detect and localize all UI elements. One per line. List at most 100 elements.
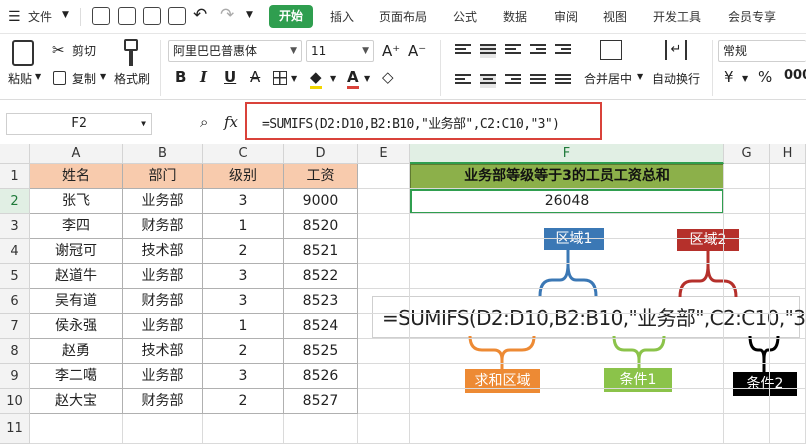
table-cell[interactable]: 赵道牛	[30, 264, 123, 289]
select-all-corner[interactable]	[0, 144, 30, 164]
chevron-down-icon[interactable]: ▼	[291, 74, 297, 83]
table-cell[interactable]: 9000	[284, 189, 358, 214]
row-header-6[interactable]: 6	[0, 289, 30, 314]
copy-button[interactable]: 复制	[72, 70, 96, 87]
table-cell[interactable]: 业务部	[123, 189, 203, 214]
table-cell[interactable]: 2	[203, 239, 284, 264]
align-middle-icon[interactable]	[480, 44, 496, 58]
fill-color-icon[interactable]: ◆	[310, 68, 322, 89]
grid-cell[interactable]	[410, 314, 724, 339]
grid-cell[interactable]	[724, 189, 770, 214]
grid-cell[interactable]	[358, 364, 410, 389]
hamburger-icon[interactable]: ☰	[8, 9, 21, 25]
zoom-icon[interactable]: ⌕	[200, 113, 208, 131]
chevron-down-icon[interactable]: ▼	[35, 72, 41, 81]
paste-icon[interactable]	[12, 40, 34, 66]
table-cell[interactable]: 8520	[284, 214, 358, 239]
table-cell[interactable]: 8525	[284, 339, 358, 364]
grid-cell[interactable]	[358, 389, 410, 414]
grid-cell[interactable]	[410, 239, 724, 264]
grid-cell[interactable]	[724, 214, 770, 239]
row-header-9[interactable]: 9	[0, 364, 30, 389]
number-format-select[interactable]: 常规	[718, 40, 806, 62]
table-cell[interactable]: 8524	[284, 314, 358, 339]
row-header-2[interactable]: 2	[0, 189, 30, 214]
grid-cell[interactable]	[410, 364, 724, 389]
grid-cell[interactable]	[770, 239, 806, 264]
table-cell[interactable]: 8521	[284, 239, 358, 264]
table-cell[interactable]: 3	[203, 364, 284, 389]
grid-cell[interactable]	[358, 214, 410, 239]
thousands-separator-icon[interactable]: 000	[784, 68, 806, 83]
table-cell[interactable]: 财务部	[123, 289, 203, 314]
chevron-down-icon[interactable]: ▼	[742, 74, 748, 83]
table-cell[interactable]: 赵勇	[30, 339, 123, 364]
grid-cell[interactable]	[358, 239, 410, 264]
grid-cell[interactable]	[358, 314, 410, 339]
chevron-down-icon[interactable]: ▼	[246, 10, 253, 20]
table-cell[interactable]: 谢冠可	[30, 239, 123, 264]
grid-cell[interactable]	[410, 214, 724, 239]
tab-start[interactable]: 开始	[269, 5, 313, 28]
grid-cell[interactable]	[770, 364, 806, 389]
grid-cell[interactable]	[770, 264, 806, 289]
column-header-e[interactable]: E	[358, 144, 410, 164]
align-left-icon[interactable]	[455, 74, 471, 88]
format-painter-icon[interactable]	[124, 39, 138, 67]
paste-button[interactable]: 粘贴	[8, 70, 32, 87]
cut-button[interactable]: 剪切	[72, 42, 96, 59]
scissors-icon[interactable]: ✂	[52, 41, 65, 59]
grid-cell[interactable]	[724, 239, 770, 264]
column-header-a[interactable]: A	[30, 144, 123, 164]
table-cell[interactable]: 李四	[30, 214, 123, 239]
underline-button[interactable]: U	[224, 68, 236, 86]
table-header-cell[interactable]: 工资	[284, 164, 358, 189]
row-header-11[interactable]: 11	[0, 414, 30, 444]
clear-format-icon[interactable]: ◇	[382, 68, 394, 86]
grid-cell[interactable]	[770, 339, 806, 364]
table-cell[interactable]: 财务部	[123, 214, 203, 239]
table-cell[interactable]: 业务部	[123, 314, 203, 339]
align-bottom-icon[interactable]	[505, 44, 521, 58]
table-cell[interactable]: 2	[203, 389, 284, 414]
fx-icon[interactable]: fx	[224, 113, 238, 131]
grid-cell[interactable]	[410, 339, 724, 364]
grid-cell[interactable]	[724, 364, 770, 389]
export-pdf-icon[interactable]	[118, 7, 136, 25]
table-cell[interactable]: 1	[203, 214, 284, 239]
grid-cell[interactable]	[724, 289, 770, 314]
grid-cell[interactable]	[410, 264, 724, 289]
redo-icon[interactable]: ↷	[220, 5, 234, 25]
print-icon[interactable]	[143, 7, 161, 25]
grid-cell[interactable]	[358, 339, 410, 364]
table-cell[interactable]: 8526	[284, 364, 358, 389]
tab-review[interactable]: 审阅	[554, 8, 578, 25]
indent-decrease-icon[interactable]	[530, 44, 546, 58]
grid-cell[interactable]	[123, 414, 203, 444]
table-cell[interactable]: 业务部	[123, 264, 203, 289]
column-header-h[interactable]: H	[770, 144, 806, 164]
strikethrough-icon[interactable]: A	[250, 68, 260, 86]
table-cell[interactable]: 8522	[284, 264, 358, 289]
grid-cell[interactable]	[30, 414, 123, 444]
chevron-down-icon[interactable]: ▼	[62, 10, 69, 20]
table-cell[interactable]: 技术部	[123, 239, 203, 264]
chevron-down-icon[interactable]: ▼	[100, 72, 106, 81]
tab-view[interactable]: 视图	[603, 8, 627, 25]
chevron-down-icon[interactable]: ▼	[637, 72, 643, 81]
row-header-10[interactable]: 10	[0, 389, 30, 414]
grid-cell[interactable]	[410, 289, 724, 314]
grid-cell[interactable]	[770, 214, 806, 239]
save-icon[interactable]	[92, 7, 110, 25]
shrink-font-button[interactable]: A⁻	[408, 42, 426, 60]
copy-icon[interactable]	[53, 71, 66, 85]
undo-icon[interactable]: ↶	[193, 5, 207, 25]
grid-cell[interactable]	[724, 414, 770, 444]
tab-member[interactable]: 会员专享	[728, 8, 776, 25]
format-painter-button[interactable]: 格式刷	[114, 70, 150, 87]
table-cell[interactable]: 8523	[284, 289, 358, 314]
table-cell[interactable]: 财务部	[123, 389, 203, 414]
table-cell[interactable]: 2	[203, 339, 284, 364]
currency-button[interactable]: ¥	[724, 68, 734, 86]
grid-cell[interactable]	[724, 164, 770, 189]
